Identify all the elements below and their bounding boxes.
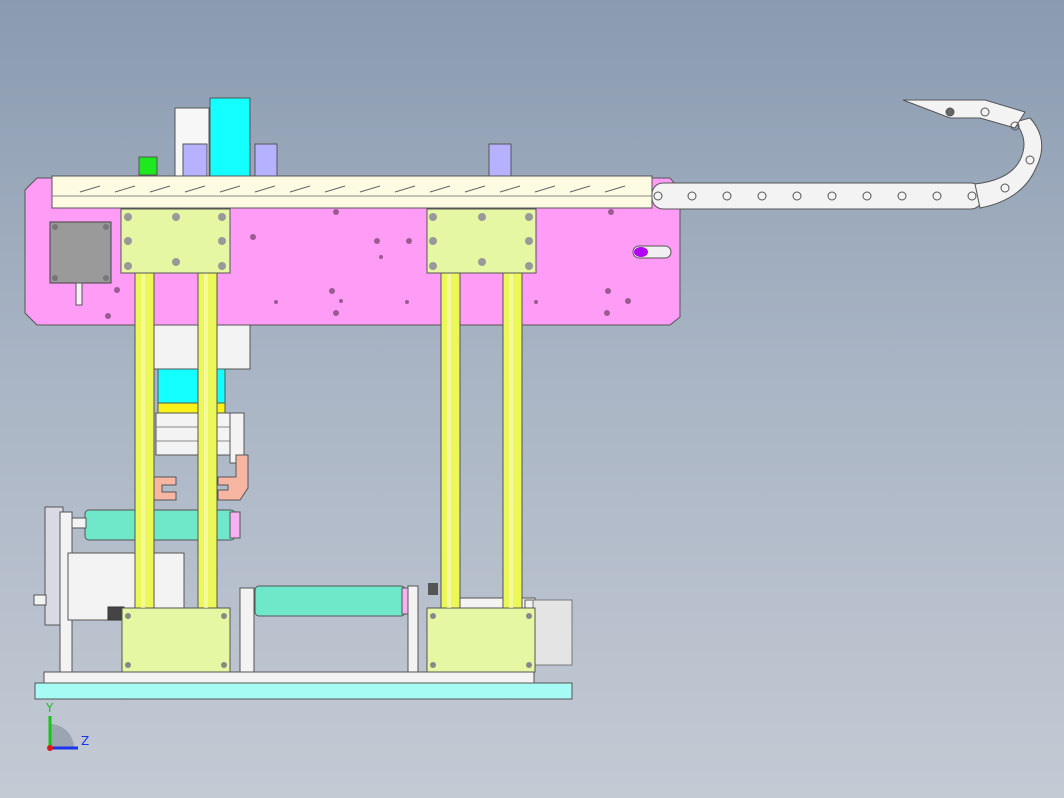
- status-indicator: [632, 245, 672, 259]
- axis-triad-icon: Y Z: [45, 701, 89, 751]
- base-frame: [34, 671, 573, 700]
- green-marker: [138, 156, 158, 176]
- lower-bearing-blocks: [121, 607, 536, 673]
- base-plate: [34, 682, 573, 700]
- top-slide-assembly: [138, 97, 512, 181]
- drag-chain-icon: [651, 99, 1043, 210]
- triad-y-label: Y: [45, 701, 54, 715]
- cad-model-scene[interactable]: Y Z: [0, 0, 1064, 798]
- linear-rail: [51, 175, 653, 209]
- triad-z-label: Z: [81, 734, 89, 748]
- cad-viewport[interactable]: Y Z: [0, 0, 1064, 798]
